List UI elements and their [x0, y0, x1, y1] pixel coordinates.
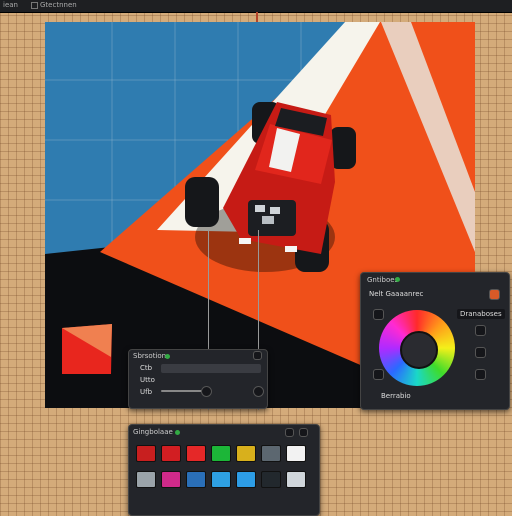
car-body	[223, 102, 335, 254]
tool-icon[interactable]	[373, 309, 384, 320]
color-swatch[interactable]	[286, 471, 306, 488]
row-label: Ctb	[140, 364, 153, 372]
color-swatch[interactable]	[136, 471, 156, 488]
color-swatch[interactable]	[186, 445, 206, 462]
value-field[interactable]	[161, 364, 261, 373]
settings-icon[interactable]	[253, 386, 264, 397]
color-swatch[interactable]	[236, 471, 256, 488]
panel-title: Gntiboes	[367, 276, 399, 284]
close-icon[interactable]	[253, 351, 262, 360]
status-dot	[175, 430, 180, 435]
row-label: Utto	[140, 376, 155, 384]
color-picker-panel: Gntiboes Nelt Gaaaanrec Dranaboses Berra…	[360, 272, 510, 410]
color-swatch[interactable]	[136, 445, 156, 462]
menu-icon[interactable]	[285, 428, 294, 437]
slider-handle[interactable]	[201, 386, 212, 397]
color-swatch[interactable]	[261, 445, 281, 462]
row-label: Ufb	[140, 388, 153, 396]
color-swatch[interactable]	[236, 445, 256, 462]
color-swatch[interactable]	[286, 445, 306, 462]
color-swatch[interactable]	[186, 471, 206, 488]
status-dot	[165, 354, 170, 359]
color-swatch[interactable]	[161, 445, 181, 462]
panel-subtitle: Nelt Gaaaanrec	[369, 290, 424, 298]
color-wheel-knob[interactable]	[400, 331, 438, 369]
menu-item-document[interactable]: Gtectnnen	[40, 1, 77, 9]
properties-panel: Sbrsotion Ctb Utto Ufb	[128, 349, 268, 409]
tool-icon[interactable]	[475, 369, 486, 380]
color-swatch[interactable]	[261, 471, 281, 488]
close-icon[interactable]	[299, 428, 308, 437]
menu-item-file[interactable]: iean	[3, 1, 18, 9]
mode-dropdown[interactable]: Dranaboses	[457, 309, 505, 319]
panel-title: Sbrsotion	[133, 352, 167, 360]
color-swatch[interactable]	[211, 471, 231, 488]
tool-icon[interactable]	[475, 325, 486, 336]
status-dot	[395, 277, 400, 282]
color-swatch[interactable]	[211, 445, 231, 462]
color-swatch[interactable]	[161, 471, 181, 488]
expand-icon[interactable]	[373, 369, 384, 380]
app-icon[interactable]	[31, 2, 38, 9]
panel-footer-label: Berrabio	[381, 392, 411, 400]
tool-icon[interactable]	[475, 347, 486, 358]
ruler-marker[interactable]	[256, 12, 258, 22]
swatches-panel: Gingbolaae	[128, 424, 320, 516]
eyedropper-icon[interactable]	[489, 289, 500, 300]
panel-title: Gingbolaae	[133, 428, 173, 436]
